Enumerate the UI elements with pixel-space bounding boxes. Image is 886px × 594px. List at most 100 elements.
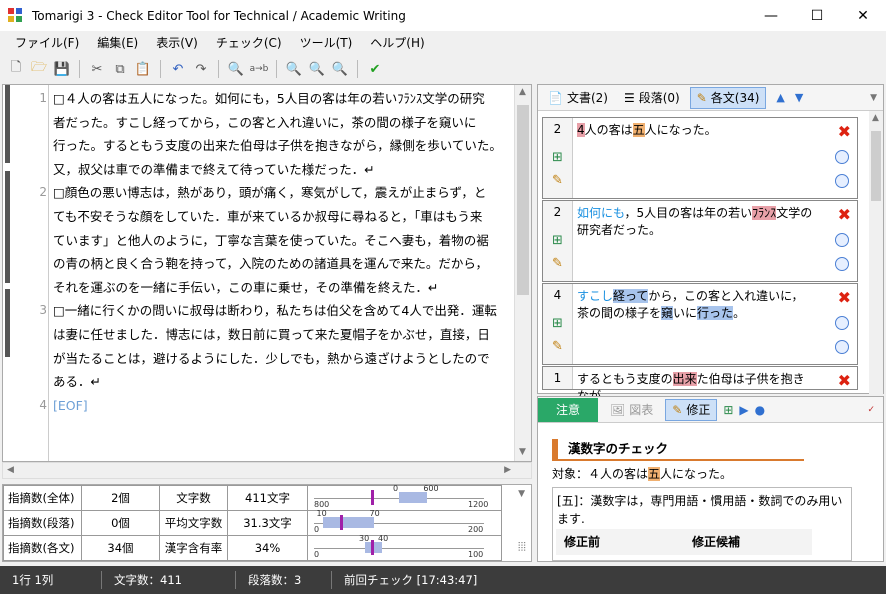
stats-dropdown-icon[interactable]: ▼	[518, 489, 525, 499]
apply-fix-icon[interactable]: ⊞	[543, 150, 572, 165]
cut-icon[interactable]: ✂	[87, 59, 107, 79]
editor-line[interactable]: 又，叔父は車での準備まで終えて待っていた様だった．↵	[3, 158, 523, 181]
cards-scrollbar[interactable]: ▲	[869, 111, 883, 401]
editor-line[interactable]: が当たることは，避けるようにした．少しでも，熱から遠ざけようとしたので	[3, 347, 523, 370]
scroll-down-icon[interactable]: ▼	[519, 447, 526, 457]
menu-edit[interactable]: 編集(E)	[88, 31, 147, 55]
prev-arrow-icon[interactable]: ▲	[776, 91, 784, 104]
editor-line[interactable]: ある．↵	[3, 370, 523, 393]
detail-menu-icon[interactable]: ✓	[867, 405, 875, 415]
panel-menu-icon[interactable]: ▼	[870, 93, 877, 103]
editor-horizontal-scrollbar[interactable]: ◀ ▶	[2, 462, 532, 479]
menu-check[interactable]: チェック(C)	[207, 31, 291, 55]
metric-label: 漢字含有率	[159, 535, 228, 561]
apply-fix-icon[interactable]: ⊞	[543, 233, 572, 248]
line-text: □顔色の悪い博志は，熱があり，頭が痛く，寒気がして，震えが止まらず，と	[53, 185, 487, 201]
minimize-button[interactable]: —	[748, 0, 794, 31]
tab-document[interactable]: 📄 文書(2)	[542, 87, 614, 109]
gauge-tick-label: 100	[468, 550, 484, 559]
editor-line[interactable]: 2 □顔色の悪い博志は，熱があり，頭が痛く，寒気がして，震えが止まらず，と	[3, 181, 523, 204]
sentence-segment: 行った	[697, 306, 734, 320]
line-number: 3	[39, 303, 47, 318]
stop-icon[interactable]: ●	[755, 403, 765, 417]
stop-icon[interactable]	[835, 257, 849, 271]
stop-icon[interactable]	[835, 340, 849, 354]
line-text: の青の柄と良く合う鞄を持って，入院のための諸道具を運んで来た。だから，	[53, 256, 489, 272]
card-index-number: 2	[553, 205, 562, 219]
new-file-icon[interactable]: 🗋	[6, 59, 26, 79]
tab-document-label: 文書(2)	[566, 91, 608, 105]
editor-line[interactable]: は妻に任せました．博志には，数日前に買って来た夏帽子をかぶせ，直接，日	[3, 323, 523, 346]
dismiss-icon[interactable]: ✖	[838, 288, 851, 307]
dismiss-icon[interactable]: ✖	[838, 371, 851, 390]
close-button[interactable]: ✕	[840, 0, 886, 31]
editor-line[interactable]: ています」と他人のように，丁寧な言葉を使っていた。そこへ妻も，着物の裾	[3, 229, 523, 252]
redo-icon[interactable]: ↷	[191, 59, 211, 79]
run-check-icon[interactable]: ✔	[365, 59, 385, 79]
editor-scroll-thumb[interactable]	[517, 105, 529, 295]
editor-line[interactable]: 者だった。すこし経ってから，この客と入れ違いに，茶の間の様子を窺いに	[3, 111, 523, 134]
tab-sentence[interactable]: ✎ 各文(34)	[689, 86, 767, 109]
menu-help[interactable]: ヘルプ(H)	[361, 31, 433, 55]
menu-tools[interactable]: ツール(T)	[291, 31, 362, 55]
scroll-left-icon[interactable]: ◀	[7, 465, 14, 475]
edit-icon[interactable]: ✎	[543, 339, 572, 354]
edit-icon[interactable]: ✎	[543, 256, 572, 271]
check-prev-icon[interactable]: 🔍	[284, 59, 304, 79]
editor-line[interactable]: ても不安そうな顔をしていた．車が来ているか叔母に尋ねると，「車はもう来	[3, 205, 523, 228]
sentence-segment: 。	[733, 306, 746, 320]
sentence-segment: 人の客は	[584, 123, 633, 137]
play-icon[interactable]: ▶	[739, 403, 748, 417]
stop-icon[interactable]	[835, 174, 849, 188]
gauge-tick-label: 30	[359, 534, 370, 543]
text-editor[interactable]: 1 □４人の客は五人になった。如何にも，5人目の客は年の若いﾌﾗﾝｽ文学の研究 者だ…	[2, 84, 532, 462]
editor-line[interactable]: の青の柄と良く合う鞄を持って，入院のための諸道具を運んで来た。だから，	[3, 252, 523, 275]
editor-line[interactable]: 行った。するともう支度の出来た伯母は子供を抱きながら，縁側を歩いていた。	[3, 134, 523, 157]
maximize-button[interactable]: ☐	[794, 0, 840, 31]
editor-line[interactable]: 3 □一緒に行くかの問いに叔母は断わり，私たちは伯父を含めて4人で出発．運転	[3, 299, 523, 322]
tab-fix[interactable]: ✎ 修正	[665, 398, 718, 421]
editor-line[interactable]: 4 [EOF]	[3, 394, 523, 417]
play-icon[interactable]	[835, 233, 849, 247]
menu-view[interactable]: 表示(V)	[147, 31, 207, 55]
dismiss-icon[interactable]: ✖	[838, 205, 851, 224]
tab-paragraph[interactable]: ☰ 段落(0)	[618, 87, 686, 109]
editor-line[interactable]: それを運ぶのを一緒に手伝い，この車に乗せ，その準備を終えた．↵	[3, 276, 523, 299]
play-icon[interactable]	[835, 150, 849, 164]
stats-row: 指摘数(段落) 0個 平均文字数 31.3文字 10 70 0 200	[3, 509, 502, 536]
sentence-card[interactable]: 1するともう支度の出来た伯母は子供を抱きなが✖	[542, 366, 858, 403]
sentence-card[interactable]: 2 ⊞ ✎ 如何にも，5人目の客は年の若いﾌﾗﾝｽ文学の研究者だった。 ✖	[542, 200, 858, 282]
stats-row: 指摘数(全体) 2個 文字数 411文字 0 600 800 1200	[3, 484, 502, 511]
sentence-card[interactable]: 2 ⊞ ✎ 4人の客は五人になった。 ✖	[542, 117, 858, 199]
scroll-up-icon[interactable]: ▲	[519, 87, 526, 97]
check-next-icon[interactable]: 🔍	[307, 59, 327, 79]
edit-icon[interactable]: ✎	[543, 173, 572, 188]
editor-line[interactable]: 1 □４人の客は五人になった。如何にも，5人目の客は年の若いﾌﾗﾝｽ文学の研究	[3, 87, 523, 110]
replace-icon[interactable]: a→b	[249, 59, 269, 79]
save-icon[interactable]: 💾	[52, 59, 72, 79]
cards-scroll-thumb[interactable]	[871, 131, 881, 201]
gauge-tick-label: 1200	[468, 500, 489, 509]
find-icon[interactable]: 🔍	[226, 59, 246, 79]
dismiss-icon[interactable]: ✖	[838, 122, 851, 141]
editor-vertical-scrollbar[interactable]: ▲ ▼	[514, 85, 531, 461]
toolbar-separator	[218, 60, 219, 78]
line-text: 又，叔父は車での準備まで終えて待っていた様だった．↵	[53, 161, 375, 177]
scroll-up-icon[interactable]: ▲	[872, 113, 879, 123]
sentence-segment: いに	[673, 306, 698, 320]
check-search-icon[interactable]: 🔍	[330, 59, 350, 79]
play-icon[interactable]	[835, 316, 849, 330]
apply-icon[interactable]: ⊞	[723, 403, 733, 417]
sentence-card[interactable]: 4 ⊞ ✎ すこし経ってから，この客と入れ違いに，茶の間の様子を窺いに行った。 ✖	[542, 283, 858, 365]
menu-file[interactable]: ファイル(F)	[6, 31, 88, 55]
paste-icon[interactable]: 📋	[133, 59, 153, 79]
apply-fix-icon[interactable]: ⊞	[543, 316, 572, 331]
open-folder-icon[interactable]: 🗁	[29, 59, 49, 79]
tab-figures[interactable]: 🖼 図表	[604, 399, 659, 421]
notice-badge[interactable]: 注意	[538, 397, 598, 422]
copy-icon[interactable]: ⧉	[110, 59, 130, 79]
scroll-right-icon[interactable]: ▶	[504, 465, 511, 475]
next-arrow-icon[interactable]: ▼	[795, 91, 803, 104]
undo-icon[interactable]: ↶	[168, 59, 188, 79]
line-text: ある．↵	[53, 374, 101, 390]
